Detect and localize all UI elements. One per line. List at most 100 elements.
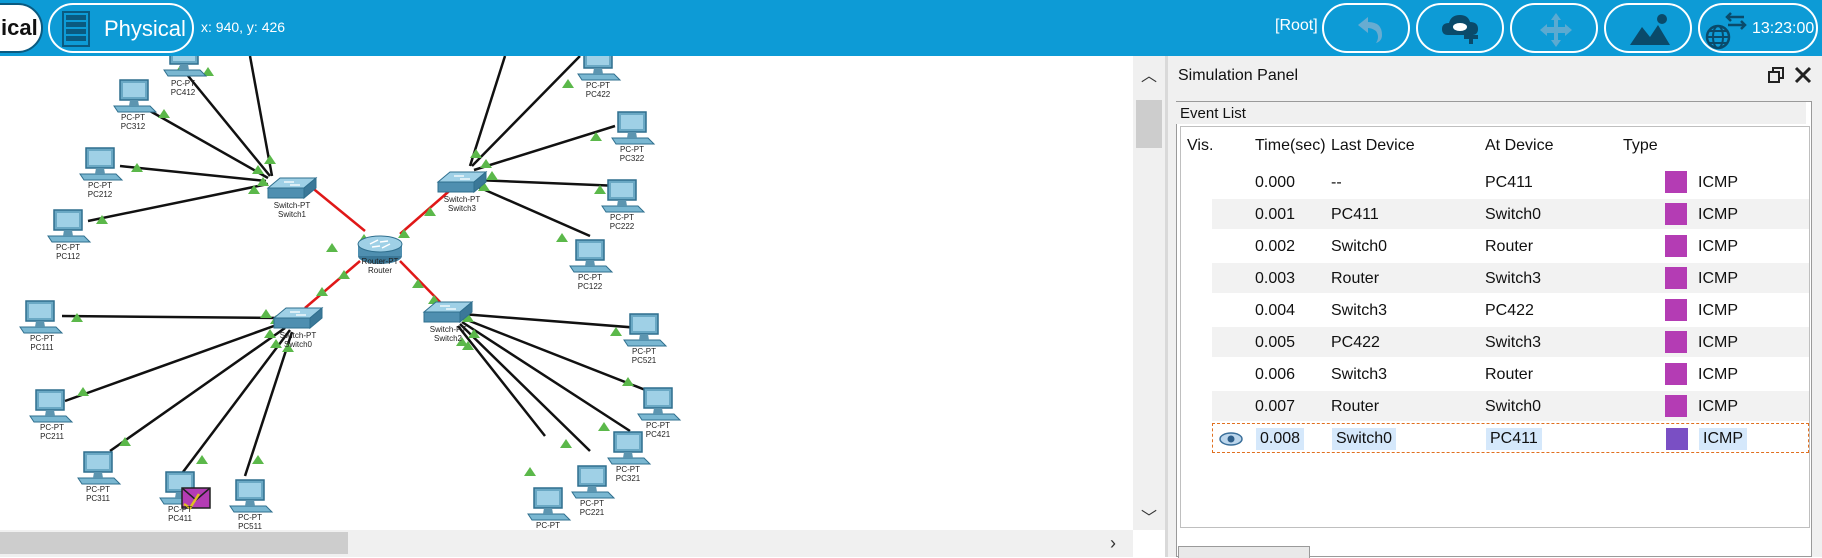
switch1-label: Switch-PT Switch1 bbox=[274, 201, 311, 219]
switch2-label: Switch-PT Switch2 bbox=[430, 325, 467, 343]
globe-network-icon bbox=[1705, 12, 1747, 50]
switch-icon[interactable] bbox=[267, 177, 317, 199]
pc412[interactable] bbox=[0, 56, 207, 77]
top-toolbar: ical Physical x: 940, y: 426 [Root] 13:2… bbox=[0, 0, 1822, 56]
pc-icon[interactable] bbox=[637, 387, 681, 421]
scroll-up-icon[interactable]: ︿ bbox=[1141, 62, 1157, 86]
event-row[interactable]: 0.000 -- PC411 ICMP bbox=[1212, 167, 1809, 197]
event-time: 0.006 bbox=[1255, 366, 1296, 383]
pc411-label: PC-PT PC411 bbox=[168, 505, 192, 523]
event-row[interactable]: 0.003 Router Switch3 ICMP bbox=[1212, 263, 1809, 293]
pc-icon[interactable] bbox=[571, 465, 615, 499]
canvas-vertical-scrollbar[interactable]: ︿ ﹀ bbox=[1133, 56, 1165, 530]
column-header-time[interactable]: Time(sec) bbox=[1255, 137, 1326, 155]
event-table[interactable]: Vis. Time(sec) Last Device At Device Typ… bbox=[1180, 126, 1810, 528]
undo-arrow-icon bbox=[1358, 17, 1382, 43]
event-row[interactable]: 0.008 Switch0 PC411 ICMP bbox=[1212, 423, 1809, 453]
event-time: 0.005 bbox=[1255, 334, 1296, 351]
event-row[interactable]: 0.002 Switch0 Router ICMP bbox=[1212, 231, 1809, 261]
event-row[interactable]: 0.007 Router Switch0 ICMP bbox=[1212, 391, 1809, 421]
simulation-clock: 13:23:00 bbox=[1752, 20, 1815, 37]
pc-icon[interactable] bbox=[77, 451, 121, 485]
workspace-canvas[interactable]: PC-PT PC412 PC-PT PC312 PC-PT PC212 PC-PT PC112… bbox=[0, 56, 1133, 530]
event-color-swatch[interactable] bbox=[1665, 171, 1687, 193]
event-row[interactable]: 0.004 Switch3 PC422 ICMP bbox=[1212, 295, 1809, 325]
event-type: ICMP bbox=[1698, 398, 1738, 415]
event-list-label: Event List bbox=[1176, 102, 1806, 124]
add-cluster-button[interactable] bbox=[1416, 3, 1504, 53]
pc-icon[interactable] bbox=[229, 479, 273, 513]
pc-icon[interactable] bbox=[607, 431, 651, 465]
pc-icon[interactable] bbox=[47, 209, 91, 243]
link-status-triangles bbox=[71, 67, 634, 476]
event-row[interactable]: 0.006 Switch3 Router ICMP bbox=[1212, 359, 1809, 389]
switch-icon[interactable] bbox=[437, 171, 487, 193]
router-label: Router-PT Router bbox=[362, 257, 399, 275]
event-color-swatch[interactable] bbox=[1665, 267, 1687, 289]
event-at-device: Router bbox=[1485, 238, 1534, 255]
pc122-label: PC-PT PC122 bbox=[578, 273, 603, 291]
set-background-button[interactable] bbox=[1604, 3, 1692, 53]
pc211-label: PC-PT PC211 bbox=[40, 423, 64, 441]
pc-icon[interactable] bbox=[611, 111, 655, 145]
event-at-device: PC422 bbox=[1485, 302, 1534, 319]
scroll-down-icon[interactable]: ﹀ bbox=[1141, 504, 1157, 528]
event-row[interactable]: 0.001 PC411 Switch0 ICMP bbox=[1212, 199, 1809, 229]
pc-icon[interactable] bbox=[601, 179, 645, 213]
physical-tab[interactable]: Physical bbox=[48, 3, 194, 53]
network-topology: PC-PT PC412 PC-PT PC312 PC-PT PC212 PC-PT PC112… bbox=[0, 56, 681, 530]
pc-icon[interactable] bbox=[29, 389, 73, 423]
pc422-label: PC-PT PC422 bbox=[586, 81, 611, 99]
back-button[interactable] bbox=[1322, 3, 1410, 53]
event-type: ICMP bbox=[1698, 174, 1738, 191]
pc321-label: PC-PT PC321 bbox=[616, 465, 641, 483]
event-type: ICMP bbox=[1698, 334, 1738, 351]
pc412-label: PC-PT PC412 bbox=[171, 79, 196, 97]
event-time: 0.007 bbox=[1255, 398, 1296, 415]
pc121-label: PC-PT bbox=[536, 521, 560, 530]
column-header-vis[interactable]: Vis. bbox=[1187, 137, 1213, 155]
event-color-swatch[interactable] bbox=[1665, 203, 1687, 225]
event-at-device: Switch0 bbox=[1485, 206, 1542, 223]
landscape-image-icon bbox=[1630, 14, 1670, 45]
pc-icon[interactable] bbox=[623, 313, 667, 347]
pc-icon[interactable] bbox=[569, 239, 613, 273]
scroll-right-icon[interactable]: › bbox=[1110, 533, 1116, 554]
event-color-swatch[interactable] bbox=[1665, 395, 1687, 417]
pc222-label: PC-PT PC222 bbox=[610, 213, 635, 231]
logical-tab[interactable]: ical bbox=[0, 3, 43, 53]
pc-icon[interactable] bbox=[577, 56, 621, 81]
pc-icon[interactable] bbox=[79, 147, 123, 181]
pc311-label: PC-PT PC311 bbox=[86, 485, 110, 503]
horizontal-scroll-thumb[interactable] bbox=[0, 532, 348, 554]
event-color-swatch[interactable] bbox=[1665, 363, 1687, 385]
rack-icon bbox=[62, 11, 90, 47]
event-color-swatch[interactable] bbox=[1665, 235, 1687, 257]
event-color-swatch[interactable] bbox=[1665, 299, 1687, 321]
close-icon[interactable] bbox=[1792, 64, 1814, 86]
pc421-label: PC-PT PC421 bbox=[646, 421, 671, 439]
pc-icon[interactable] bbox=[527, 487, 571, 521]
panel-bottom-tab[interactable] bbox=[1178, 546, 1310, 558]
move-object-button[interactable] bbox=[1510, 3, 1598, 53]
switch-icon[interactable] bbox=[273, 307, 323, 329]
canvas-horizontal-scrollbar[interactable]: › bbox=[0, 530, 1133, 557]
column-header-at-device[interactable]: At Device bbox=[1485, 137, 1553, 155]
event-color-swatch[interactable] bbox=[1665, 331, 1687, 353]
vertical-scroll-thumb[interactable] bbox=[1136, 100, 1162, 148]
event-type: ICMP bbox=[1699, 428, 1747, 450]
switch3-label: Switch-PT Switch3 bbox=[444, 195, 481, 213]
event-last-device: Router bbox=[1331, 398, 1380, 415]
event-type: ICMP bbox=[1698, 206, 1738, 223]
pc-icon[interactable] bbox=[19, 300, 63, 334]
restore-window-icon[interactable] bbox=[1766, 65, 1786, 85]
event-at-device: Switch3 bbox=[1485, 270, 1542, 287]
column-header-type[interactable]: Type bbox=[1623, 137, 1658, 155]
viewport-clock-button[interactable]: 13:23:00 bbox=[1698, 3, 1818, 53]
pc-icon[interactable] bbox=[113, 79, 157, 113]
column-header-last-device[interactable]: Last Device bbox=[1331, 137, 1415, 155]
pc521-label: PC-PT PC521 bbox=[632, 347, 657, 365]
event-color-swatch[interactable] bbox=[1666, 428, 1688, 450]
event-row[interactable]: 0.005 PC422 Switch3 ICMP bbox=[1212, 327, 1809, 357]
event-type: ICMP bbox=[1698, 302, 1738, 319]
